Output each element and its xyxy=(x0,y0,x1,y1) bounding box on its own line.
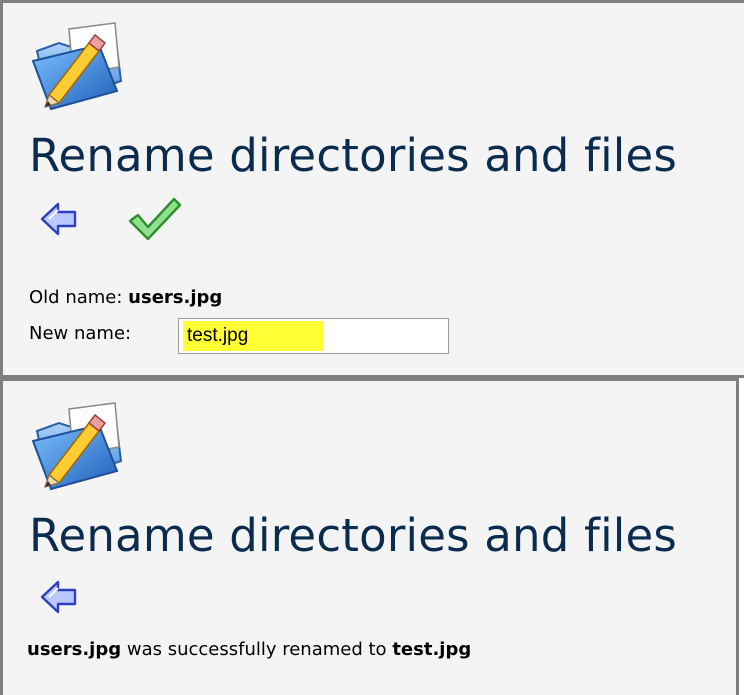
new-name-label: New name: xyxy=(29,323,132,344)
page-title: Rename directories and files xyxy=(29,129,678,182)
rename-result-panel: Rename directories and files users.jpg w… xyxy=(0,378,739,695)
success-message-text: was successfully renamed to xyxy=(126,639,387,660)
new-name-row: New name: xyxy=(29,323,131,345)
folder-edit-icon xyxy=(31,402,123,491)
renamed-new-name: test.jpg xyxy=(392,639,472,660)
new-name-input[interactable]: test.jpg xyxy=(178,318,449,354)
back-arrow-icon[interactable] xyxy=(39,199,79,239)
folder-edit-icon xyxy=(31,22,123,111)
screenshot-composite: Rename directories and files Old name: u… xyxy=(0,0,744,695)
old-name-value: users.jpg xyxy=(128,287,223,308)
new-name-input-value: test.jpg xyxy=(187,325,249,346)
success-message: users.jpg was successfully renamed to te… xyxy=(27,639,471,661)
page-title: Rename directories and files xyxy=(29,509,678,562)
rename-form-panel: Rename directories and files Old name: u… xyxy=(0,0,744,378)
renamed-old-name: users.jpg xyxy=(27,639,122,660)
old-name-label: Old name: xyxy=(29,287,123,308)
back-arrow-icon[interactable] xyxy=(39,577,79,617)
old-name-row: Old name: users.jpg xyxy=(29,287,222,309)
checkmark-icon[interactable] xyxy=(126,193,182,245)
